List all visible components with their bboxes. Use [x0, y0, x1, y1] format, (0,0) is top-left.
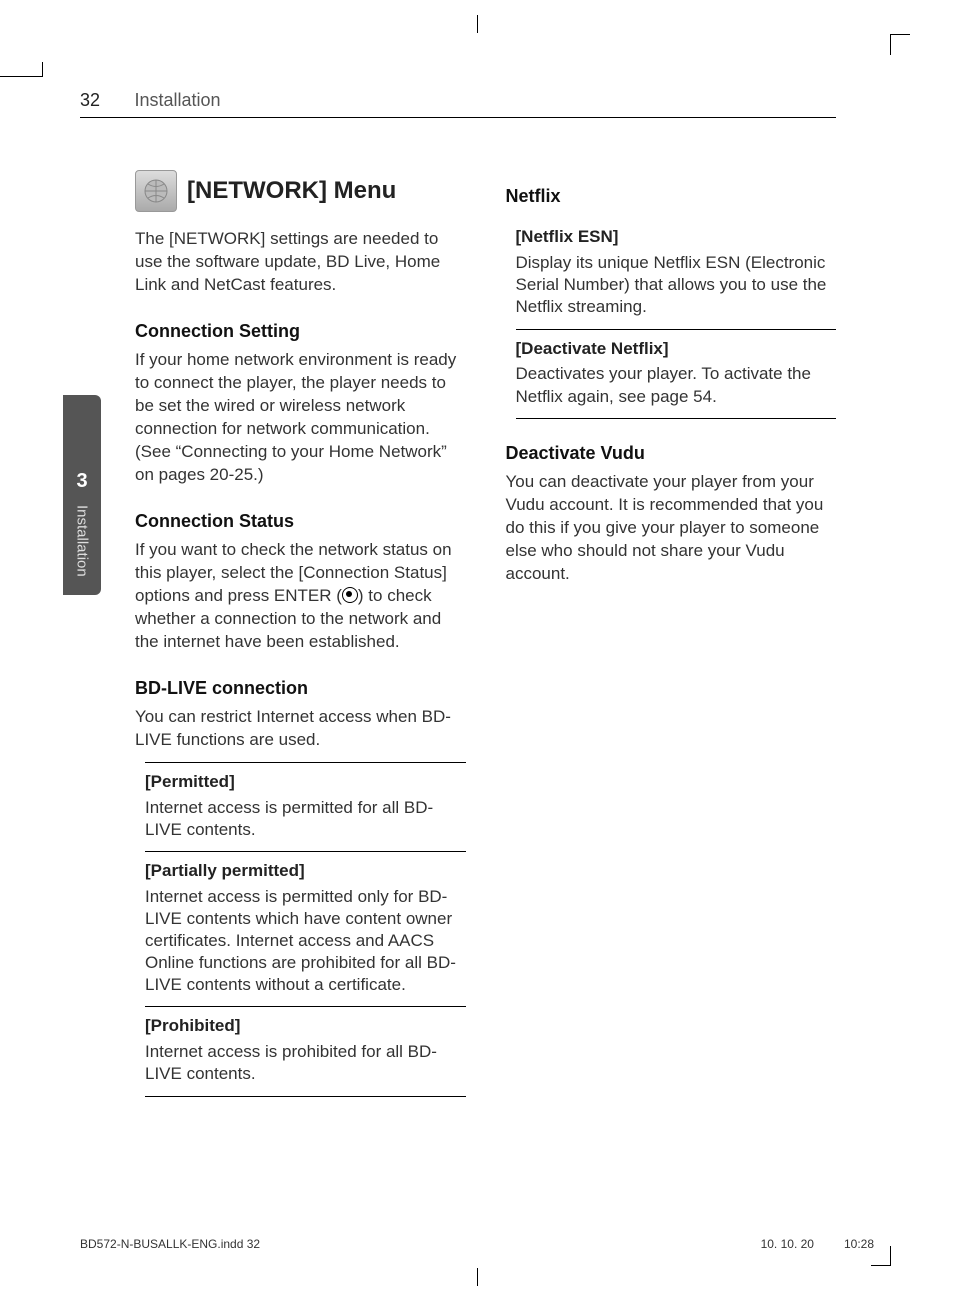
bdlive-heading: BD-LIVE connection: [135, 676, 466, 700]
connection-status-heading: Connection Status: [135, 509, 466, 533]
option-body: Deactivates your player. To activate the…: [516, 363, 837, 407]
footer: BD572-N-BUSALLK-ENG.indd 32 10. 10. 20 1…: [80, 1237, 874, 1251]
vudu-heading: Deactivate Vudu: [506, 441, 837, 465]
network-menu-heading: [NETWORK] Menu: [135, 170, 466, 212]
option-title: [Netflix ESN]: [516, 226, 837, 249]
globe-icon: [135, 170, 177, 212]
option-partially-permitted: [Partially permitted] Internet access is…: [145, 851, 466, 1006]
vudu-body: You can deactivate your player from your…: [506, 471, 837, 586]
crop-mark-tr: [871, 35, 891, 55]
crop-tick-top: [477, 15, 478, 33]
column-right: Netflix [Netflix ESN] Display its unique…: [506, 170, 837, 1097]
option-permitted: [Permitted] Internet access is permitted…: [145, 762, 466, 851]
header-section: Installation: [134, 90, 220, 110]
option-body: Internet access is prohibited for all BD…: [145, 1041, 466, 1085]
option-deactivate-netflix: [Deactivate Netflix] Deactivates your pl…: [516, 329, 837, 419]
side-tab-label: Installation: [74, 505, 91, 577]
connection-setting-heading: Connection Setting: [135, 319, 466, 343]
connection-setting-body: If your home network environment is read…: [135, 349, 466, 487]
crop-mark-br: [871, 1246, 891, 1266]
crop-tick-left-h: [0, 76, 42, 77]
crop-tick-left-v: [42, 62, 43, 77]
option-title: [Permitted]: [145, 771, 466, 794]
connection-status-body: If you want to check the network status …: [135, 539, 466, 654]
network-intro: The [NETWORK] settings are needed to use…: [135, 228, 466, 297]
footer-time: 10:28: [844, 1237, 874, 1251]
bdlive-body: You can restrict Internet access when BD…: [135, 706, 466, 752]
network-menu-title: [NETWORK] Menu: [187, 175, 396, 207]
bdlive-options: [Permitted] Internet access is permitted…: [145, 762, 466, 1097]
crop-tick-bottom: [477, 1268, 478, 1286]
page-header: 32 Installation: [80, 90, 836, 118]
side-tab-number: 3: [76, 470, 87, 493]
column-left: [NETWORK] Menu The [NETWORK] settings ar…: [135, 170, 466, 1097]
footer-filename: BD572-N-BUSALLK-ENG.indd 32: [80, 1237, 260, 1251]
option-title: [Deactivate Netflix]: [516, 338, 837, 361]
option-netflix-esn: [Netflix ESN] Display its unique Netflix…: [516, 218, 837, 328]
option-prohibited: [Prohibited] Internet access is prohibit…: [145, 1006, 466, 1096]
page-number: 32: [80, 90, 100, 110]
enter-icon: [342, 587, 358, 603]
option-body: Internet access is permitted for all BD-…: [145, 797, 466, 841]
side-tab: 3 Installation: [63, 395, 101, 595]
netflix-options: [Netflix ESN] Display its unique Netflix…: [516, 218, 837, 418]
option-body: Internet access is permitted only for BD…: [145, 886, 466, 996]
option-title: [Partially permitted]: [145, 860, 466, 883]
footer-date: 10. 10. 20: [761, 1237, 814, 1251]
netflix-heading: Netflix: [506, 184, 837, 208]
option-body: Display its unique Netflix ESN (Electron…: [516, 252, 837, 318]
option-title: [Prohibited]: [145, 1015, 466, 1038]
